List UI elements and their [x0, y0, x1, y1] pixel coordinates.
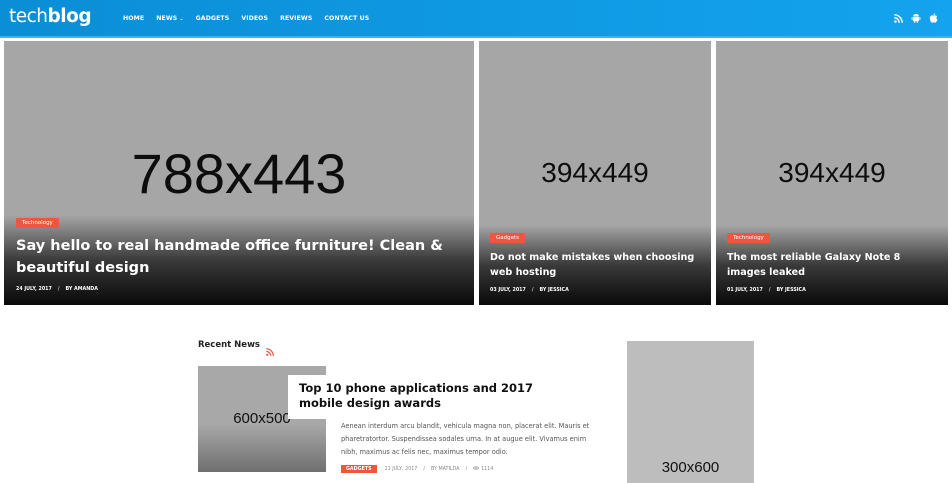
meta-separator: /	[465, 466, 468, 472]
hero-post-2[interactable]: 394x449 Gadgets Do not make mistakes whe…	[479, 41, 711, 305]
nav-news-label: NEWS	[156, 15, 178, 22]
rss-icon[interactable]	[894, 13, 903, 23]
category-badge[interactable]: GADGETS	[341, 465, 377, 473]
nav-home[interactable]: HOME	[123, 15, 144, 22]
logo-text-blog: blog	[47, 6, 92, 27]
category-badge[interactable]: Gadgets	[490, 233, 526, 243]
nav-contact-us[interactable]: CONTACT US	[324, 15, 369, 22]
post-author[interactable]: BY JESSICA	[776, 288, 805, 293]
logo-text-tech: tech	[9, 6, 48, 27]
nav-news[interactable]: NEWS ⌄	[156, 15, 183, 22]
news-title[interactable]: Top 10 phone applications and 2017 mobil…	[299, 381, 579, 411]
post-author[interactable]: BY AMANDA	[65, 287, 97, 292]
news-excerpt: Aenean interdum arcu blandit, vehicula m…	[341, 422, 590, 456]
android-icon[interactable]	[911, 13, 921, 23]
meta-separator: /	[531, 288, 534, 293]
section-title-recent-news: Recent News	[198, 340, 260, 350]
image-placeholder: 788x443	[131, 142, 347, 205]
post-date: 01 JULY, 2017	[727, 288, 763, 293]
meta-separator: /	[768, 288, 771, 293]
view-count: 1114	[481, 466, 494, 472]
apple-icon[interactable]	[929, 13, 938, 23]
header-divider	[0, 36, 952, 38]
post-meta: 01 JULY, 2017 / BY JESSICA	[727, 288, 806, 293]
post-meta: 03 JULY, 2017 / BY JESSICA	[490, 288, 569, 293]
post-author[interactable]: BY MATILDA	[431, 467, 459, 472]
hero-post-1[interactable]: 788x443 Technology Say hello to real han…	[4, 41, 474, 305]
social-links	[894, 13, 938, 23]
site-header: techblog HOME NEWS ⌄ GADGETS VIDEOS REVIE…	[0, 0, 952, 36]
site-logo[interactable]: techblog	[9, 6, 92, 27]
meta-separator: /	[423, 466, 425, 472]
rss-icon[interactable]	[266, 341, 274, 360]
post-date: 21 JULY, 2017	[384, 466, 418, 472]
post-title[interactable]: Say hello to real handmade office furnit…	[16, 235, 456, 279]
post-date: 03 JULY, 2017	[490, 288, 526, 293]
nav-reviews[interactable]: REVIEWS	[280, 15, 312, 22]
category-badge[interactable]: Technology	[727, 233, 770, 243]
ad-banner[interactable]: 300x600	[627, 341, 754, 483]
category-badge[interactable]: Technology	[16, 218, 59, 228]
nav-gadgets[interactable]: GADGETS	[196, 15, 230, 22]
image-placeholder: 394x449	[778, 157, 886, 188]
post-title[interactable]: Do not make mistakes when choosing web h…	[490, 251, 705, 280]
hero-post-3[interactable]: 394x449 Technology The most reliable Gal…	[716, 41, 948, 305]
post-meta: 24 JULY, 2017 / BY AMANDA	[16, 287, 98, 292]
post-author[interactable]: BY JESSICA	[539, 288, 568, 293]
nav-videos[interactable]: VIDEOS	[241, 15, 268, 22]
main-nav: HOME NEWS ⌄ GADGETS VIDEOS REVIEWS CONTAC…	[123, 15, 381, 22]
eye-icon	[472, 466, 480, 472]
image-placeholder: 394x449	[541, 157, 649, 188]
image-placeholder: 300x600	[661, 459, 720, 476]
post-title[interactable]: The most reliable Galaxy Note 8 images l…	[727, 251, 942, 280]
meta-separator: /	[57, 287, 60, 292]
news-meta: GADGETS 21 JULY, 2017 / BY MATILDA / 111…	[341, 465, 493, 473]
chevron-down-icon: ⌄	[179, 16, 184, 22]
post-date: 24 JULY, 2017	[16, 287, 52, 292]
